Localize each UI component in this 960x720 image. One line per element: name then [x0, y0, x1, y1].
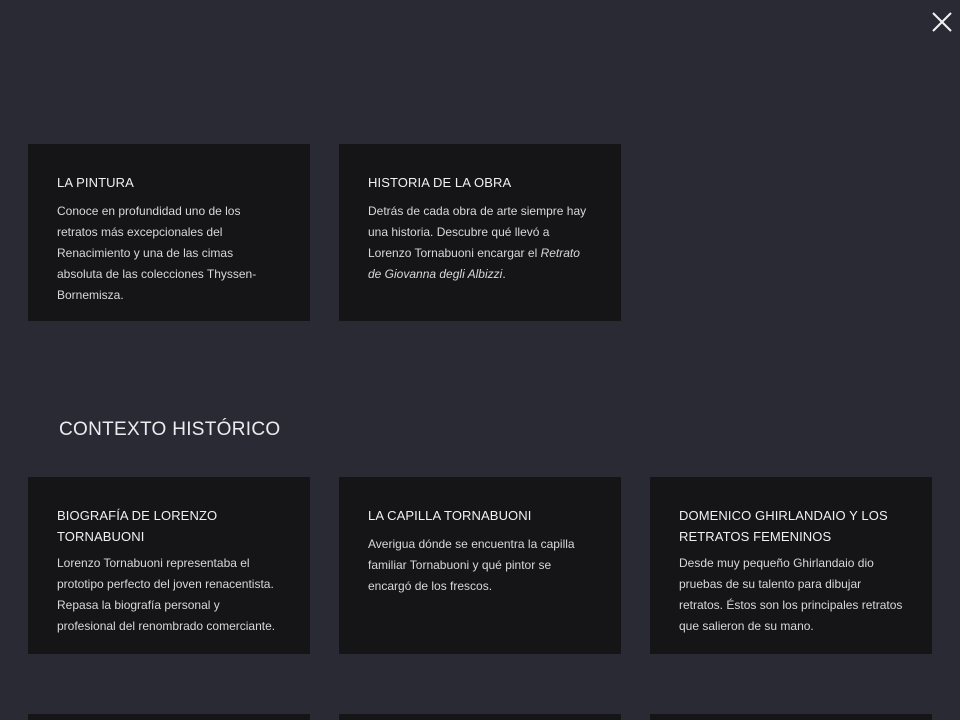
card-description: Detrás de cada obra de arte siempre hay …	[368, 201, 592, 285]
card-biografia-lorenzo-tornabuoni[interactable]: BIOGRAFÍA DE LORENZO TORNABUONI Lorenzo …	[28, 477, 310, 654]
close-icon	[929, 9, 955, 35]
card-partial[interactable]	[28, 714, 310, 720]
card-description: Conoce en profundidad uno de los retrato…	[57, 204, 257, 302]
section-heading: CONTEXTO HISTÓRICO	[59, 419, 281, 440]
card-description: Averigua dónde se encuentra la capilla f…	[368, 537, 575, 593]
card-title: LA PINTURA	[57, 175, 134, 190]
card-title: DOMENICO GHIRLANDAIO Y LOS RETRATOS FEME…	[679, 508, 888, 544]
card-description: Desde muy pequeño Ghirlandaio dio prueba…	[679, 556, 903, 633]
card-la-pintura[interactable]: LA PINTURA Conoce en profundidad uno de …	[28, 144, 310, 321]
card-description: Lorenzo Tornabuoni representaba el proto…	[57, 556, 276, 633]
card-description-end: .	[502, 267, 506, 281]
card-historia-de-la-obra[interactable]: HISTORIA DE LA OBRA Detrás de cada obra …	[339, 144, 621, 321]
card-ghirlandaio-retratos-femeninos[interactable]: DOMENICO GHIRLANDAIO Y LOS RETRATOS FEME…	[650, 477, 932, 654]
card-partial[interactable]	[339, 714, 621, 720]
card-partial[interactable]	[650, 714, 932, 720]
card-capilla-tornabuoni[interactable]: LA CAPILLA TORNABUONI Averigua dónde se …	[339, 477, 621, 654]
card-title: BIOGRAFÍA DE LORENZO TORNABUONI	[57, 508, 218, 544]
card-title: HISTORIA DE LA OBRA	[368, 175, 512, 190]
close-button[interactable]	[929, 9, 955, 35]
card-title: LA CAPILLA TORNABUONI	[368, 508, 532, 523]
